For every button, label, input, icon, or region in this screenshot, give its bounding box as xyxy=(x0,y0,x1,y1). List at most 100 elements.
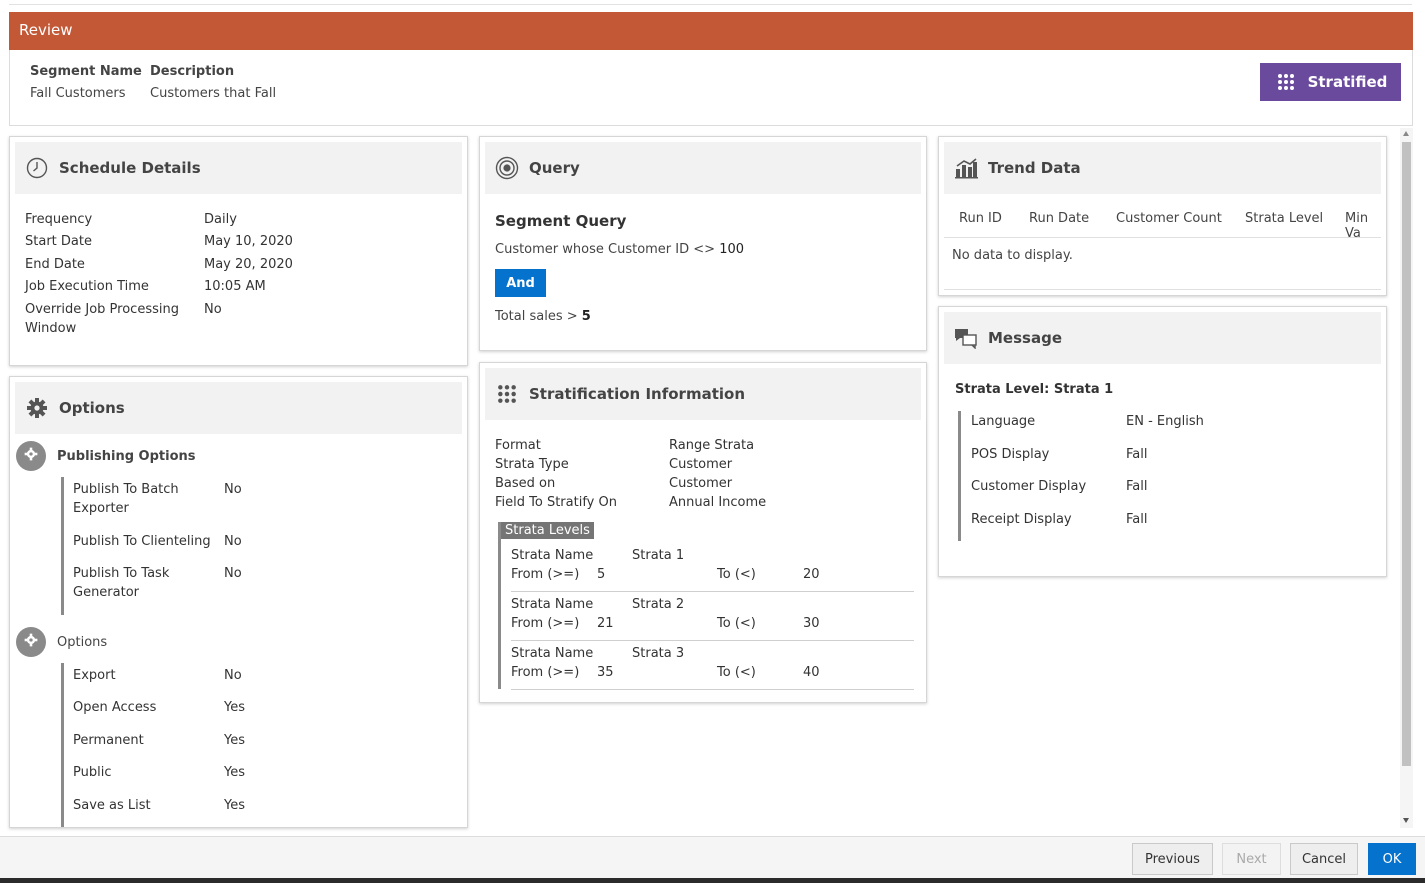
column-header-strata-level[interactable]: Strata Level xyxy=(1245,211,1323,226)
scrollbar-thumb[interactable] xyxy=(1402,142,1411,766)
strata-from-value: 35 xyxy=(597,665,614,680)
dialog-footer: Previous Next Cancel OK xyxy=(0,836,1425,878)
options-title: Options xyxy=(59,399,125,417)
message-panel: Message Strata Level: Strata 1 Language … xyxy=(938,306,1387,577)
review-title: Review xyxy=(19,21,73,39)
receipt-display-label: Receipt Display xyxy=(971,512,1072,527)
segment-query-title: Segment Query xyxy=(495,212,627,230)
strata-name-value: Strata 3 xyxy=(632,646,685,661)
start-date-label: Start Date xyxy=(25,234,92,249)
publish-clienteling-value: No xyxy=(224,534,242,549)
strata-from-label: From (>=) xyxy=(511,567,580,582)
next-button[interactable]: Next xyxy=(1222,843,1281,875)
permanent-label: Permanent xyxy=(73,733,144,748)
taskbar-edge xyxy=(0,878,1425,883)
trend-data-header: Trend Data xyxy=(944,142,1381,194)
strata-from-label: From (>=) xyxy=(511,665,580,680)
strata-type-value: Customer xyxy=(669,457,733,472)
gear-icon xyxy=(25,396,49,420)
query-condition-2-value: 5 xyxy=(581,309,591,324)
schedule-details-title: Schedule Details xyxy=(59,159,201,177)
stratification-header: Stratification Information xyxy=(485,368,921,420)
query-condition-1-value: 100 xyxy=(719,242,745,257)
job-execution-time-value: 10:05 AM xyxy=(204,279,266,294)
export-value: No xyxy=(224,668,242,683)
table-footer-divider xyxy=(944,289,1381,290)
strata-level-row: Strata Name Strata 3 From (>=) 35 To (<)… xyxy=(511,641,914,690)
target-icon xyxy=(495,156,519,180)
strata-from-value: 21 xyxy=(597,616,614,631)
pos-display-value: Fall xyxy=(1126,447,1148,462)
start-date-value: May 10, 2020 xyxy=(204,234,293,249)
strata-from-value: 5 xyxy=(597,567,606,582)
job-execution-time-label: Job Execution Time xyxy=(25,279,149,294)
table-header-divider xyxy=(944,237,1381,238)
bar-chart-icon xyxy=(954,156,978,180)
segment-description-value: Customers that Fall xyxy=(150,86,277,101)
and-operator-button[interactable]: And xyxy=(495,269,546,297)
scroll-up-icon[interactable] xyxy=(1403,131,1409,136)
customer-display-value: Fall xyxy=(1126,479,1148,494)
stratified-button[interactable]: Stratified xyxy=(1260,63,1401,101)
pos-display-label: POS Display xyxy=(971,447,1050,462)
receipt-display-value: Fall xyxy=(1126,512,1148,527)
based-on-label: Based on xyxy=(495,476,556,491)
frequency-label: Frequency xyxy=(25,212,93,227)
strata-level-row: Strata Name Strata 1 From (>=) 5 To (<) … xyxy=(511,543,914,592)
customer-display-label: Customer Display xyxy=(971,479,1087,494)
message-bar xyxy=(958,411,961,541)
publishing-options-badge xyxy=(16,441,46,471)
vertical-scrollbar[interactable] xyxy=(1400,128,1413,828)
stratification-list: Format Range Strata Strata Type Customer… xyxy=(495,436,915,516)
trend-data-panel: Trend Data Run ID Run Date Customer Coun… xyxy=(938,136,1387,296)
public-label: Public xyxy=(73,765,112,780)
cancel-button[interactable]: Cancel xyxy=(1290,843,1358,875)
options-header: Options xyxy=(15,382,462,434)
ok-button[interactable]: OK xyxy=(1368,843,1416,875)
message-title: Message xyxy=(988,329,1062,347)
publish-clienteling-label: Publish To Clienteling xyxy=(73,534,211,549)
strata-to-value: 20 xyxy=(803,567,820,582)
save-as-list-label: Save as List xyxy=(73,798,151,813)
top-divider xyxy=(9,4,1412,5)
override-job-processing-label: Override Job Processing xyxy=(25,302,179,317)
export-label: Export xyxy=(73,668,116,683)
trend-empty-message: No data to display. xyxy=(952,248,1073,263)
override-job-processing-label-line2: Window xyxy=(25,321,77,336)
strata-to-label: To (<) xyxy=(717,616,756,631)
grid-dots-icon xyxy=(1274,70,1298,94)
gear-icon xyxy=(24,447,38,465)
gear-icon xyxy=(24,633,38,651)
end-date-value: May 20, 2020 xyxy=(204,257,293,272)
strata-to-value: 30 xyxy=(803,616,820,631)
segment-name-value: Fall Customers xyxy=(30,86,126,101)
strata-levels-tag: Strata Levels xyxy=(501,522,594,539)
column-header-run-id[interactable]: Run ID xyxy=(959,211,1002,226)
column-header-customer-count[interactable]: Customer Count xyxy=(1116,211,1222,226)
format-label: Format xyxy=(495,438,541,453)
query-condition-2-text: Total sales > xyxy=(495,309,582,324)
strata-level-row: Strata Name Strata 2 From (>=) 21 To (<)… xyxy=(511,592,914,641)
frequency-value: Daily xyxy=(204,212,237,227)
open-access-value: Yes xyxy=(224,700,245,715)
query-condition-1-text: Customer whose Customer ID <> xyxy=(495,242,720,257)
publish-batch-value: No xyxy=(224,482,242,497)
publishing-options-bar xyxy=(61,477,64,615)
permanent-value: Yes xyxy=(224,733,245,748)
override-job-processing-value: No xyxy=(204,302,222,317)
segment-name-group: Segment Name Fall Customers xyxy=(30,64,142,101)
review-header: Review xyxy=(9,12,1413,50)
field-to-stratify-label: Field To Stratify On xyxy=(495,495,617,510)
segment-summary: Segment Name Fall Customers Description … xyxy=(9,50,1413,126)
publish-task-value: No xyxy=(224,566,242,581)
schedule-details-header: Schedule Details xyxy=(15,142,462,194)
column-header-run-date[interactable]: Run Date xyxy=(1029,211,1089,226)
clock-icon xyxy=(25,156,49,180)
end-date-label: End Date xyxy=(25,257,85,272)
trend-data-title: Trend Data xyxy=(988,159,1081,177)
scroll-down-icon[interactable] xyxy=(1403,818,1409,823)
schedule-details-panel: Schedule Details Frequency Daily Start D… xyxy=(9,136,468,366)
save-as-list-value: Yes xyxy=(224,798,245,813)
message-strata-label: Strata Level: Strata 1 xyxy=(955,382,1114,397)
previous-button[interactable]: Previous xyxy=(1132,843,1213,875)
